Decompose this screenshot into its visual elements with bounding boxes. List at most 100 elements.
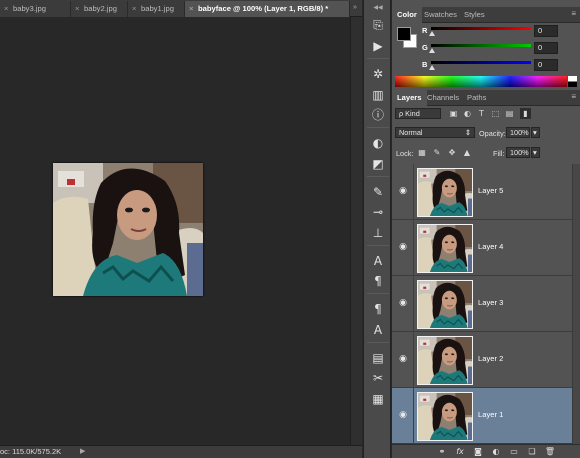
red-slider[interactable] — [431, 27, 531, 30]
eye-icon[interactable]: ◉ — [396, 409, 410, 421]
info-icon[interactable]: ⓘ — [368, 106, 388, 123]
dock-divider — [367, 176, 389, 177]
actions-icon[interactable]: ▶ — [368, 37, 388, 54]
canvas-scrollbar[interactable] — [350, 17, 362, 445]
color-panel-tabs: Color Swatches Styles ≡ — [392, 7, 580, 23]
brush-presets-icon[interactable]: ⊸ — [368, 203, 388, 220]
character-styles-icon[interactable]: ¶ — [368, 300, 388, 317]
histogram-icon[interactable]: ▥ — [368, 86, 388, 103]
tab-label: baby2.jpg — [84, 4, 117, 13]
fx-icon[interactable]: fx — [454, 446, 466, 458]
canvas-area[interactable] — [0, 17, 350, 445]
green-slider[interactable] — [431, 44, 531, 47]
close-icon[interactable]: × — [132, 1, 141, 16]
tab-channels[interactable]: Channels — [422, 90, 464, 106]
brush-icon[interactable]: ✎ — [368, 183, 388, 200]
document-tab-bar: × baby3.jpg × baby2.jpg × baby1.jpg × babyfa… — [0, 0, 362, 17]
red-slider-handle[interactable] — [429, 31, 435, 36]
navigator-icon[interactable]: ✲ — [368, 65, 388, 82]
tab-baby3[interactable]: × baby3.jpg — [0, 1, 71, 17]
trash-icon[interactable]: 🗑 — [544, 446, 556, 458]
filter-toggle-icon[interactable]: ▮ — [520, 108, 531, 119]
blend-mode-select[interactable]: Normal ⇕ — [395, 127, 475, 138]
shape-filter-icon[interactable]: ⬚ — [490, 108, 501, 119]
layer-name[interactable]: Layer 2 — [478, 354, 503, 363]
styles-icon[interactable]: ◩ — [368, 155, 388, 172]
new-layer-icon[interactable]: ❏ — [526, 446, 538, 458]
divider — [413, 220, 414, 276]
tab-baby1[interactable]: × baby1.jpg — [128, 1, 185, 17]
new-group-icon[interactable]: ▭ — [508, 446, 520, 458]
eye-icon[interactable]: ◉ — [396, 297, 410, 309]
paragraph-styles-icon[interactable]: A — [368, 321, 388, 338]
lock-position-icon[interactable]: ✥ — [447, 148, 457, 158]
tab-label: baby3.jpg — [13, 4, 46, 13]
layer-thumbnail — [417, 336, 473, 385]
close-icon[interactable]: × — [4, 1, 13, 16]
tab-babyface[interactable]: × babyface @ 100% (Layer 1, RGB/8) * — [185, 1, 350, 17]
lock-image-icon[interactable]: ✎ — [432, 148, 442, 158]
layer-name[interactable]: Layer 4 — [478, 242, 503, 251]
blue-value-field[interactable]: 0 — [534, 59, 558, 71]
paragraph-icon[interactable]: ¶ — [368, 272, 388, 289]
opacity-field[interactable]: 100% — [506, 127, 530, 138]
layer-list: ◉ Layer 5 ◉ Layer 4 ◉ Layer 3 ◉ Layer 2 … — [392, 164, 572, 444]
tab-overflow-icon[interactable]: » — [350, 2, 360, 14]
layer-comps-icon[interactable]: ▤ — [368, 349, 388, 366]
eye-icon[interactable]: ◉ — [396, 241, 410, 253]
notes-icon[interactable]: ▦ — [368, 390, 388, 407]
lock-transparent-icon[interactable]: ▦ — [417, 148, 427, 158]
foreground-color-swatch[interactable] — [397, 27, 411, 41]
black-white-ramp[interactable] — [568, 76, 577, 87]
layer-row[interactable]: ◉ Layer 5 — [392, 164, 572, 220]
tab-label: babyface @ 100% (Layer 1, RGB/8) * — [198, 4, 329, 13]
green-value-field[interactable]: 0 — [534, 42, 558, 54]
filter-kind-select[interactable]: ρ Kind — [395, 108, 441, 119]
blend-mode-value: Normal — [399, 128, 423, 137]
panel-menu-icon[interactable]: ≡ — [571, 93, 576, 101]
add-mask-icon[interactable]: ◙ — [472, 446, 484, 458]
dock-divider — [367, 245, 389, 246]
layer-row-selected[interactable]: ◉ Layer 1 — [392, 388, 572, 444]
smart-object-filter-icon[interactable]: ▤ — [504, 108, 515, 119]
lock-all-icon[interactable]: ▲ — [462, 148, 472, 158]
layer-name[interactable]: Layer 1 — [478, 410, 503, 419]
tab-color[interactable]: Color — [392, 7, 422, 23]
layer-name[interactable]: Layer 5 — [478, 186, 503, 195]
fill-field[interactable]: 100% — [506, 147, 530, 158]
character-icon[interactable]: A — [368, 252, 388, 269]
panel-menu-icon[interactable]: ≡ — [571, 10, 576, 18]
opacity-dropdown-icon[interactable]: ▾ — [531, 127, 540, 138]
tab-styles[interactable]: Styles — [459, 7, 490, 23]
close-icon[interactable]: × — [75, 1, 84, 16]
layers-scrollbar[interactable] — [572, 164, 580, 444]
collapse-dock-icon[interactable]: ◀◀ — [368, 3, 388, 13]
pixel-filter-icon[interactable]: ▣ — [448, 108, 459, 119]
red-value-field[interactable]: 0 — [534, 25, 558, 37]
document-image[interactable] — [53, 163, 203, 296]
link-layers-icon[interactable]: ⚭ — [436, 446, 448, 458]
blue-slider[interactable] — [431, 61, 531, 64]
adjustments-icon[interactable]: ◐ — [368, 134, 388, 151]
layer-name[interactable]: Layer 3 — [478, 298, 503, 307]
adjustment-filter-icon[interactable]: ◐ — [462, 108, 473, 119]
layer-row[interactable]: ◉ Layer 4 — [392, 220, 572, 276]
fill-dropdown-icon[interactable]: ▾ — [531, 147, 540, 158]
status-menu-arrow-icon[interactable]: ▶ — [80, 446, 85, 458]
clone-source-icon[interactable]: ⊥ — [368, 224, 388, 241]
history-icon[interactable]: ⎘ — [368, 17, 388, 34]
tool-presets-icon[interactable]: ✂ — [368, 369, 388, 386]
tab-paths[interactable]: Paths — [462, 90, 491, 106]
new-adjustment-layer-icon[interactable]: ◐ — [490, 446, 502, 458]
blue-slider-handle[interactable] — [429, 65, 435, 70]
type-filter-icon[interactable]: T — [476, 108, 487, 119]
layer-row[interactable]: ◉ Layer 2 — [392, 332, 572, 388]
eye-icon[interactable]: ◉ — [396, 185, 410, 197]
green-slider-handle[interactable] — [429, 48, 435, 53]
tab-baby2[interactable]: × baby2.jpg — [71, 1, 128, 17]
close-icon[interactable]: × — [189, 1, 198, 16]
layer-row[interactable]: ◉ Layer 3 — [392, 276, 572, 332]
eye-icon[interactable]: ◉ — [396, 353, 410, 365]
color-spectrum-ramp[interactable] — [395, 76, 567, 87]
tab-swatches[interactable]: Swatches — [419, 7, 462, 23]
